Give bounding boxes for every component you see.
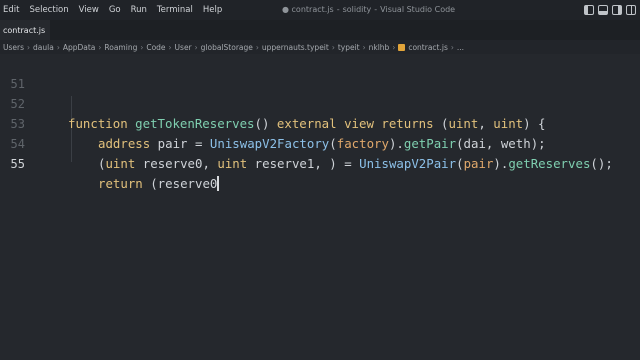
tab-bar: contract.js [0, 20, 640, 40]
breadcrumb-item[interactable]: User [175, 43, 192, 52]
code-token: (reserve0 [142, 176, 218, 191]
code-token: uint [217, 156, 248, 171]
title-dot: ● [282, 5, 292, 14]
code-token: uint [105, 156, 136, 171]
menu-edit[interactable]: Edit [0, 0, 24, 20]
breadcrumb-item[interactable]: Users [3, 43, 24, 52]
code-line[interactable]: 53 address pair = UniswapV2Factory(facto… [0, 94, 640, 151]
code-line[interactable]: 55 return (reserve0 [0, 134, 640, 191]
chevron-right-icon: › [392, 42, 396, 52]
customize-layout-icon[interactable] [626, 5, 636, 15]
toggle-panel-icon[interactable] [598, 5, 608, 15]
chevron-right-icon: › [56, 42, 60, 52]
tab-label: contract.js [3, 25, 46, 35]
code-token: ). [493, 156, 509, 171]
menu-view[interactable]: View [74, 0, 104, 20]
chevron-right-icon: › [331, 42, 335, 52]
code-token: UniswapV2Pair [359, 156, 457, 171]
chevron-right-icon: › [27, 42, 31, 52]
breadcrumb-item[interactable]: daula [33, 43, 54, 52]
chevron-right-icon: › [362, 42, 366, 52]
breadcrumb-item[interactable]: nklhb [369, 43, 390, 52]
chevron-right-icon: › [168, 42, 172, 52]
code-token: reserve1, ) = [247, 156, 360, 171]
line-content[interactable]: ( uint reserve0, uint reserve1, ) = Unisw… [98, 154, 613, 174]
breadcrumb-item[interactable]: uppernauts.typeit [262, 43, 329, 52]
chevron-right-icon: › [450, 42, 454, 52]
text-cursor [217, 176, 219, 191]
window-title: ● contract.js - solidity - Visual Studio Cod… [282, 5, 456, 14]
title-app: Visual Studio Code [380, 5, 456, 14]
code-token: reserve0, [135, 156, 218, 171]
code-editor[interactable]: 51 52 function getTokenReserves() extern… [0, 54, 640, 360]
breadcrumb-item[interactable]: globalStorage [201, 43, 253, 52]
chevron-right-icon: › [194, 42, 198, 52]
title-folder: solidity [342, 5, 372, 14]
line-number-active: 55 [10, 157, 25, 171]
menu-go[interactable]: Go [104, 0, 126, 20]
breadcrumb-item[interactable]: AppData [63, 43, 96, 52]
code-line[interactable]: 52 function getTokenReserves() external … [0, 74, 640, 131]
chevron-right-icon: › [98, 42, 102, 52]
title-bar: Edit Selection View Go Run Terminal Help… [0, 0, 640, 20]
breadcrumb: Users › daula › AppData › Roaming › Code › Us… [0, 40, 640, 54]
code-token: (); [590, 156, 613, 171]
menu-selection[interactable]: Selection [24, 0, 73, 20]
breadcrumb-ellipsis[interactable]: ... [457, 43, 464, 52]
tab-contract-js[interactable]: contract.js [0, 20, 50, 40]
toggle-sidebar-icon[interactable] [584, 5, 594, 15]
code-token: pair [463, 156, 494, 171]
menu-bar: Edit Selection View Go Run Terminal Help [0, 0, 227, 20]
toggle-secondary-sidebar-icon[interactable] [612, 5, 622, 15]
breadcrumb-file[interactable]: contract.js [408, 43, 448, 52]
code-token: return [98, 176, 143, 191]
layout-controls [584, 0, 636, 20]
title-file: contract.js [291, 5, 334, 14]
code-line[interactable]: 54 (uint reserve0, uint reserve1, ) = Un… [0, 114, 640, 171]
breadcrumb-item[interactable]: typeit [338, 43, 360, 52]
code-line[interactable]: 51 [0, 54, 640, 91]
chevron-right-icon: › [140, 42, 144, 52]
menu-help[interactable]: Help [198, 0, 227, 20]
menu-terminal[interactable]: Terminal [152, 0, 198, 20]
chevron-right-icon: › [255, 42, 259, 52]
menu-run[interactable]: Run [126, 0, 152, 20]
line-content[interactable]: return (reserve0 [98, 174, 219, 194]
breadcrumb-item[interactable]: Code [146, 43, 165, 52]
file-js-icon [398, 43, 406, 51]
breadcrumb-item[interactable]: Roaming [104, 43, 137, 52]
code-token: ( [456, 156, 464, 171]
code-token: getReserves [508, 156, 591, 171]
